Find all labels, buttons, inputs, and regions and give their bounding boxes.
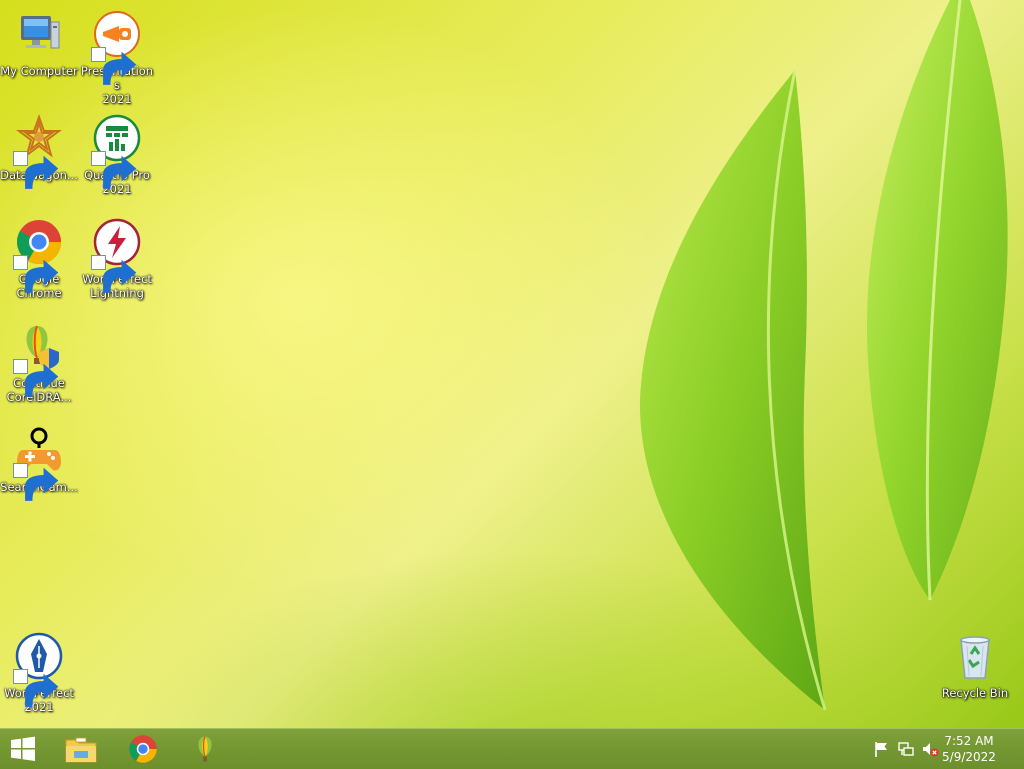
desktop-icon-datawagon[interactable]: DataWagon... <box>0 110 78 206</box>
lightning-icon <box>91 218 141 293</box>
wordperfect-icon <box>13 632 63 707</box>
flag-icon[interactable] <box>872 740 890 758</box>
chrome-icon <box>13 218 63 293</box>
desktop-icon-presentations[interactable]: Presentations 2021 <box>78 6 156 106</box>
desktop-icon-searchgames[interactable]: SearchGam... <box>0 422 78 518</box>
clock-time: 7:52 AM <box>944 734 994 748</box>
desktop-icon-quattro-pro[interactable]: Quattro Pro 2021 <box>78 110 156 206</box>
computer-icon <box>15 10 63 58</box>
coreldraw-icon <box>198 736 212 762</box>
windows-logo-icon <box>11 736 35 761</box>
desktop-icon-google-chrome[interactable]: Google Chrome <box>0 214 78 310</box>
coreldraw-icon <box>13 322 63 397</box>
taskbar-chrome-button[interactable] <box>120 731 166 767</box>
desktop-icon-wordperfect-lightning[interactable]: WordPerfect Lightning <box>78 214 156 310</box>
taskbar-coreldraw-button[interactable] <box>182 731 228 767</box>
desktop-icon-recycle-bin[interactable]: Recycle Bin <box>936 628 1014 724</box>
shortcut-arrow-icon <box>91 151 137 189</box>
recycle-bin-icon <box>951 632 999 680</box>
desktop-icon-label: Recycle Bin <box>941 686 1009 700</box>
desktop-icon-label: My Computer <box>0 64 78 78</box>
desktop-icon-my-computer[interactable]: My Computer <box>0 6 78 102</box>
shortcut-arrow-icon <box>13 669 59 707</box>
wallpaper-leaf <box>866 0 1008 601</box>
taskbar-clock[interactable]: 7:52 AM 5/9/2022 <box>934 733 1004 765</box>
shortcut-arrow-icon <box>13 151 59 189</box>
shortcut-arrow-icon <box>13 255 59 293</box>
taskbar-file-explorer-button[interactable] <box>58 731 104 767</box>
shortcut-arrow-icon <box>13 463 59 501</box>
presentations-icon <box>91 10 141 85</box>
desktop[interactable]: My Computer Presentations 2021 DataWagon… <box>0 0 1024 728</box>
shortcut-arrow-icon <box>91 47 137 85</box>
network-icon[interactable] <box>897 740 915 758</box>
file-explorer-icon <box>65 737 97 763</box>
quattro-pro-icon <box>91 114 141 189</box>
start-button[interactable] <box>0 731 46 767</box>
clock-date: 5/9/2022 <box>942 750 996 764</box>
chrome-icon <box>129 735 157 763</box>
datawagon-icon <box>13 114 63 189</box>
wallpaper-leaf <box>639 69 827 711</box>
shortcut-arrow-icon <box>13 359 59 397</box>
shortcut-arrow-icon <box>91 255 137 293</box>
desktop-icon-wordperfect-2021[interactable]: WordPerfect 2021 <box>0 628 78 724</box>
desktop-icon-continue-coreldraw[interactable]: Continue CorelDRA... <box>0 318 78 414</box>
taskbar: 7:52 AM 5/9/2022 <box>0 728 1024 769</box>
gamepad-icon <box>13 426 63 501</box>
